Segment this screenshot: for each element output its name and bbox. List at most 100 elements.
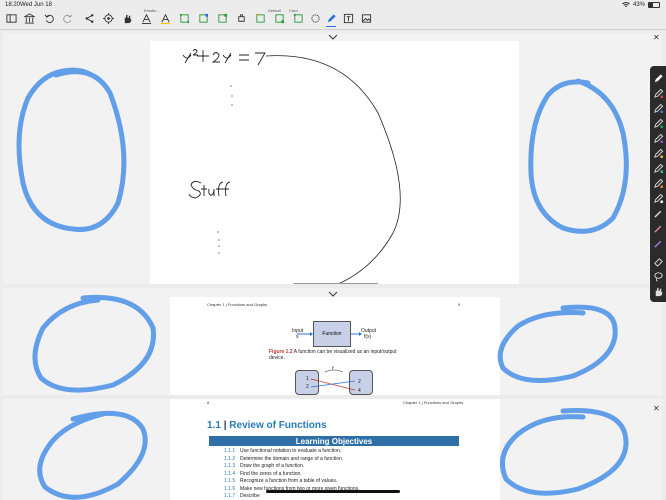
selection-button[interactable]	[308, 10, 322, 26]
selection-icon	[310, 13, 320, 23]
battery-percent: 43%	[632, 2, 645, 8]
sticker-button[interactable]	[215, 10, 229, 26]
pen-tool-2[interactable]	[653, 86, 664, 99]
ink-equation-x2	[182, 49, 198, 64]
status-right: 43%	[622, 2, 660, 8]
page-pane-3[interactable]: 8 Chapter 1 | Functions and Graphs 1.1 |…	[3, 399, 662, 500]
library-button[interactable]	[22, 10, 36, 26]
lasso-select-icon	[654, 272, 663, 282]
lasso-icon	[274, 13, 284, 23]
sidebar-icon	[5, 13, 17, 23]
lasso-button[interactable]: Default	[268, 8, 286, 26]
ink-layer-3[interactable]	[3, 399, 662, 500]
redo-icon	[62, 14, 72, 23]
text-box-icon	[343, 13, 353, 23]
page-pane-2[interactable]: Chapter 1 | Functions and Graphs 9 Input…	[3, 288, 662, 395]
crop-icon	[179, 13, 189, 23]
battery-icon	[648, 2, 660, 8]
ink-layer-1[interactable]	[3, 33, 662, 284]
marker-oval-right-2	[497, 304, 618, 383]
gesture-hand-icon	[655, 287, 663, 297]
ink-dot	[218, 245, 220, 247]
crop-button[interactable]	[177, 10, 191, 26]
pen-icon	[654, 148, 664, 159]
sticker-icon	[217, 13, 227, 23]
marker-oval-right-3	[500, 407, 629, 496]
text-tool-button[interactable]: Emotic...	[139, 8, 160, 26]
pen-button[interactable]	[324, 10, 338, 27]
pen-icon	[654, 74, 663, 83]
share-icon	[85, 13, 93, 23]
page-scrubber[interactable]	[293, 283, 378, 284]
image-icon	[361, 13, 371, 23]
image-button[interactable]	[359, 10, 373, 26]
marker-oval-right	[528, 78, 629, 234]
pen-tool-6[interactable]	[653, 146, 664, 159]
ink-dot	[218, 252, 220, 254]
pen-tool-8[interactable]	[653, 176, 664, 189]
card-label: Card	[289, 8, 298, 13]
pen-tool-7[interactable]	[653, 161, 664, 174]
ink-dot	[218, 239, 220, 241]
ink-dot	[231, 95, 233, 97]
ink-layer-2[interactable]	[3, 288, 662, 395]
card-button[interactable]: Card	[289, 8, 305, 26]
text-icon	[141, 13, 151, 24]
pen-tool-5[interactable]	[653, 131, 664, 144]
text-box-button[interactable]	[341, 10, 355, 26]
pen-tool-11[interactable]	[653, 221, 664, 233]
ink-dot	[230, 85, 232, 87]
undo-button[interactable]	[42, 10, 56, 26]
highlight-icon	[160, 13, 170, 24]
pen-tool-10[interactable]	[653, 206, 664, 218]
ink-word-s	[188, 180, 202, 199]
pen-icon	[327, 13, 336, 22]
pen-icon	[654, 163, 664, 174]
toolbar: Emotic... Default Card	[0, 8, 666, 28]
pen-icon	[654, 178, 664, 189]
pen-tool-9[interactable]	[653, 191, 664, 204]
highlight-button[interactable]	[158, 10, 172, 26]
page-pane-1[interactable]: ✕	[3, 33, 662, 284]
ink-equation-equals	[239, 54, 249, 61]
pen-tool-1[interactable]	[653, 71, 664, 83]
ink-equation-2x	[211, 52, 232, 64]
pen-tool-4[interactable]	[653, 116, 664, 129]
gesture-hand-tool[interactable]	[653, 284, 664, 297]
pen-icon	[654, 210, 662, 218]
share-button[interactable]	[82, 10, 96, 26]
eraser-tool[interactable]	[653, 254, 664, 267]
shape-button[interactable]	[196, 10, 210, 26]
pen-icon	[654, 193, 664, 204]
pen-icon	[654, 240, 662, 248]
emoticon-button[interactable]	[253, 10, 267, 26]
status-time: 18:20	[5, 2, 21, 8]
ink-word-tuff	[201, 181, 231, 197]
target-button[interactable]	[101, 10, 115, 26]
laser-icon	[237, 13, 245, 22]
marker-oval-left	[16, 67, 127, 232]
pen-tool-12[interactable]	[653, 236, 664, 248]
eraser-icon	[654, 258, 663, 267]
lasso-select-tool[interactable]	[653, 269, 664, 282]
library-icon	[23, 12, 35, 24]
undo-icon	[44, 14, 54, 23]
home-indicator[interactable]	[266, 490, 400, 493]
notes-app: 18:20 Wed Jun 18 43% Emotic... Default C…	[0, 0, 666, 500]
battery-fill	[649, 3, 654, 7]
pen-icon	[654, 133, 664, 144]
status-date: Wed Jun 18	[20, 2, 52, 8]
sidebar-button[interactable]	[4, 10, 18, 26]
laser-button[interactable]	[234, 10, 248, 26]
target-icon	[102, 12, 114, 24]
hand-tool-button[interactable]	[120, 10, 134, 26]
wifi-icon	[622, 2, 630, 7]
active-tool-indicator	[326, 26, 336, 27]
ink-dot	[217, 231, 219, 233]
hand-icon	[124, 14, 131, 23]
redo-button[interactable]	[60, 10, 74, 26]
ink-equation-plus	[197, 50, 209, 62]
pen-tool-3[interactable]	[653, 101, 664, 114]
pen-palette	[650, 66, 666, 302]
ink-equation-7	[255, 52, 266, 66]
